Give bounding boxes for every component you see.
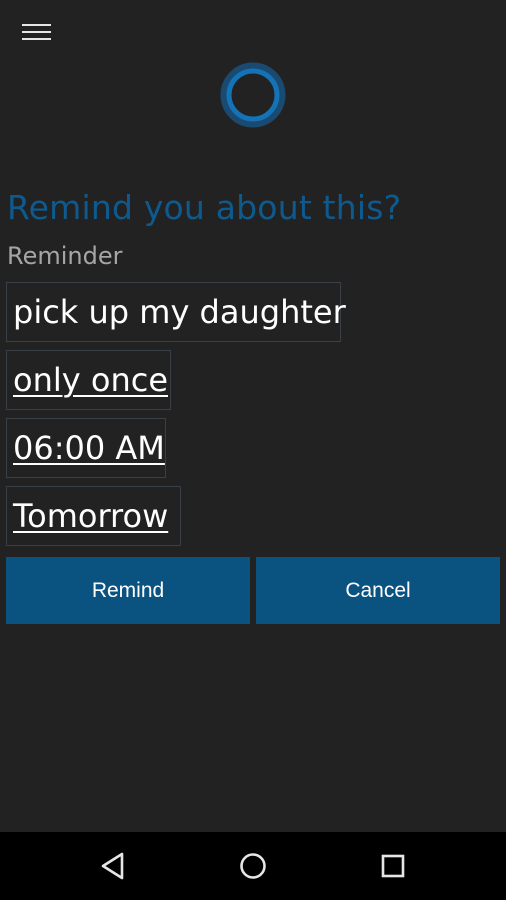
cancel-button[interactable]: Cancel — [256, 557, 500, 624]
recents-square-icon — [381, 854, 405, 878]
remind-button[interactable]: Remind — [6, 557, 250, 624]
reminder-label: Reminder — [7, 242, 123, 270]
hamburger-menu-icon[interactable] — [22, 24, 51, 41]
cortana-ring-icon — [220, 62, 286, 128]
prompt-heading: Remind you about this? — [7, 188, 402, 227]
home-button[interactable] — [213, 832, 293, 900]
reminder-screen: Remind you about this? Reminder pick up … — [0, 0, 506, 900]
back-button[interactable] — [73, 832, 153, 900]
reminder-day-field[interactable]: Tomorrow — [6, 486, 181, 546]
reminder-subject-field[interactable]: pick up my daughter — [6, 282, 346, 342]
home-circle-icon — [240, 853, 266, 879]
reminder-frequency-field[interactable]: only once — [6, 350, 171, 410]
system-navigation-bar — [0, 832, 506, 900]
back-triangle-icon — [101, 852, 124, 880]
recents-button[interactable] — [353, 832, 433, 900]
reminder-time-field[interactable]: 06:00 AM — [6, 418, 166, 478]
